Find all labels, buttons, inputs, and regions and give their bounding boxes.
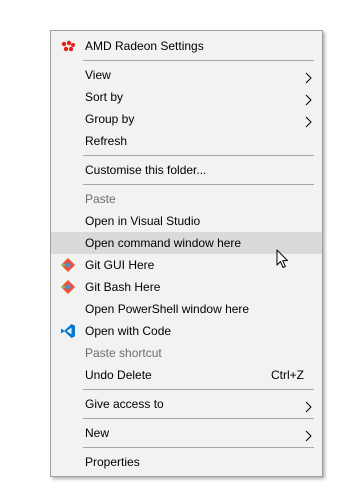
menu-item-paste: Paste bbox=[51, 188, 322, 210]
chevron-right-icon bbox=[303, 427, 313, 442]
menu-item-open-in-visual-studio[interactable]: Open in Visual Studio bbox=[51, 210, 322, 232]
menu-separator bbox=[83, 155, 314, 156]
menu-item-properties[interactable]: Properties bbox=[51, 451, 322, 473]
mouse-pointer-icon bbox=[276, 249, 290, 269]
menu-item-label: Paste shortcut bbox=[85, 346, 162, 360]
menu-item-label: AMD Radeon Settings bbox=[85, 39, 204, 53]
chevron-right-icon bbox=[303, 91, 313, 106]
menu-separator bbox=[83, 447, 314, 448]
menu-item-git-bash-here[interactable]: Git Bash Here bbox=[51, 276, 322, 298]
menu-item-sort-by[interactable]: Sort by bbox=[51, 86, 322, 108]
menu-item-new[interactable]: New bbox=[51, 422, 322, 444]
menu-item-label: Undo Delete bbox=[85, 368, 152, 382]
amd-radeon-icon bbox=[60, 38, 76, 54]
menu-item-label: Open command window here bbox=[85, 236, 242, 250]
menu-item-customise-folder[interactable]: Customise this folder... bbox=[51, 159, 322, 181]
menu-item-open-with-code[interactable]: Open with Code bbox=[51, 320, 322, 342]
chevron-right-icon bbox=[303, 398, 313, 413]
menu-item-open-powershell-window[interactable]: Open PowerShell window here bbox=[51, 298, 322, 320]
menu-separator bbox=[83, 418, 314, 419]
menu-item-label: New bbox=[85, 426, 110, 440]
chevron-right-icon bbox=[303, 69, 313, 84]
menu-item-label: Group by bbox=[85, 112, 135, 126]
menu-item-label: Git Bash Here bbox=[85, 280, 161, 294]
menu-item-label: Customise this folder... bbox=[85, 163, 207, 177]
menu-item-view[interactable]: View bbox=[51, 64, 322, 86]
menu-item-paste-shortcut: Paste shortcut bbox=[51, 342, 322, 364]
menu-separator bbox=[83, 60, 314, 61]
git-icon bbox=[60, 279, 76, 295]
menu-item-refresh[interactable]: Refresh bbox=[51, 130, 322, 152]
chevron-right-icon bbox=[303, 113, 313, 128]
menu-item-undo-delete[interactable]: Undo Delete Ctrl+Z bbox=[51, 364, 322, 386]
menu-item-label: View bbox=[85, 68, 111, 82]
menu-item-label: Git GUI Here bbox=[85, 258, 155, 272]
menu-item-label: Sort by bbox=[85, 90, 124, 104]
menu-separator bbox=[83, 389, 314, 390]
menu-item-group-by[interactable]: Group by bbox=[51, 108, 322, 130]
menu-item-label: Open in Visual Studio bbox=[85, 214, 201, 228]
vscode-icon bbox=[60, 323, 76, 339]
menu-item-label: Open with Code bbox=[85, 324, 172, 338]
keyboard-shortcut: Ctrl+Z bbox=[271, 368, 304, 382]
menu-item-label: Refresh bbox=[85, 134, 128, 148]
menu-item-label: Paste bbox=[85, 192, 116, 206]
menu-item-amd-radeon-settings[interactable]: AMD Radeon Settings bbox=[51, 35, 322, 57]
menu-item-label: Give access to bbox=[85, 397, 164, 411]
menu-item-give-access-to[interactable]: Give access to bbox=[51, 393, 322, 415]
menu-separator bbox=[83, 184, 314, 185]
git-icon bbox=[60, 257, 76, 273]
menu-item-label: Open PowerShell window here bbox=[85, 302, 250, 316]
menu-item-label: Properties bbox=[85, 455, 140, 469]
